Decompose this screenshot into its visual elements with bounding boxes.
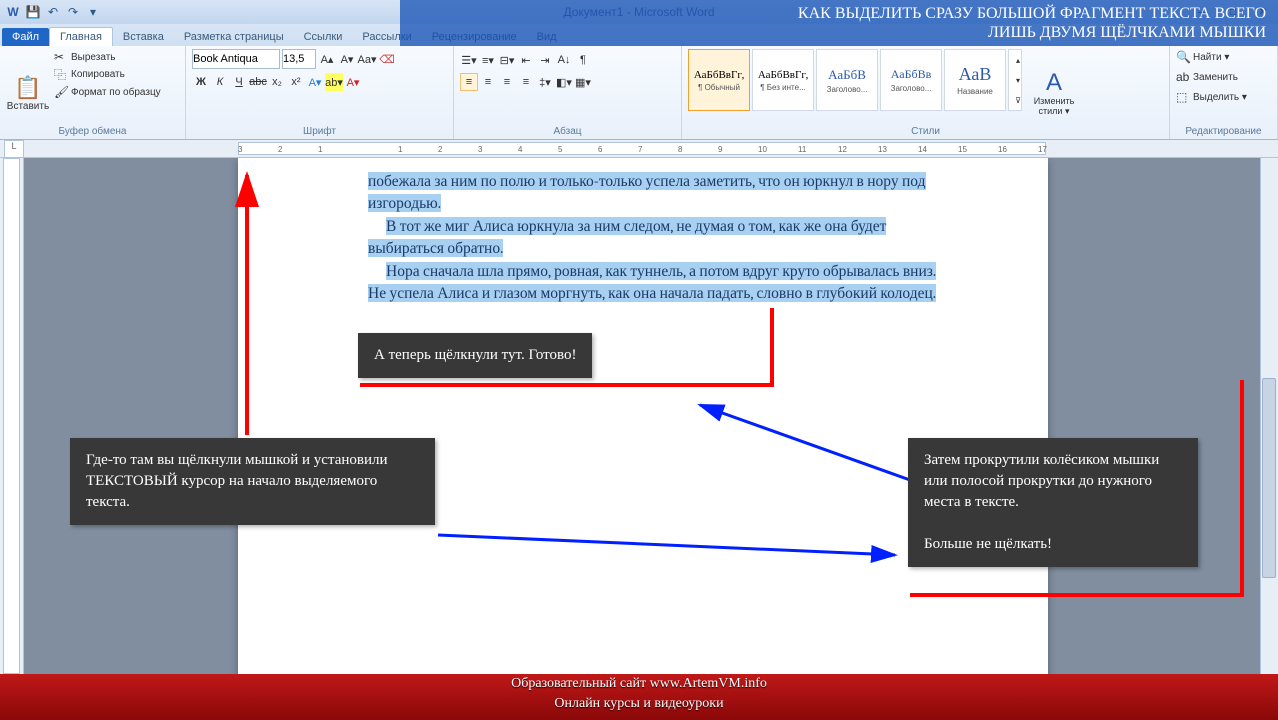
style-heading1[interactable]: АаБбВЗаголово... (816, 49, 878, 111)
word-icon[interactable]: W (4, 3, 22, 21)
group-font: A▴ A▾ Aa▾ ⌫ Ж К Ч abc x₂ x² A▾ ab▾ A▾ Шр… (186, 46, 454, 139)
styles-scroll-up[interactable]: ▴ (1009, 50, 1027, 70)
footer-line2: Онлайн курсы и видеоуроки (0, 694, 1278, 714)
bullets-button[interactable]: ☰▾ (460, 51, 478, 69)
scroll-thumb[interactable] (1262, 378, 1276, 578)
paste-icon: 📋 (14, 75, 41, 101)
group-editing: 🔍Найти ▾ abЗаменить ⬚Выделить ▾ Редактир… (1170, 46, 1278, 139)
annotation-scroll: Затем прокрутили колёсиком мышки или пол… (908, 438, 1198, 567)
group-label-font: Шрифт (186, 126, 453, 137)
shading-button[interactable]: ◧▾ (555, 73, 573, 91)
justify-button[interactable]: ≡ (517, 73, 535, 91)
group-label-clipboard: Буфер обмена (0, 126, 185, 137)
italic-button[interactable]: К (211, 73, 229, 91)
subscript-button[interactable]: x₂ (268, 73, 286, 91)
save-icon[interactable]: 💾 (24, 3, 42, 21)
cut-button[interactable]: ✂Вырезать (54, 49, 161, 65)
show-marks-button[interactable]: ¶ (574, 51, 592, 69)
styles-gallery: АаБбВвГг,¶ Обычный АаБбВвГг,¶ Без инте..… (688, 49, 1022, 111)
footer-banner: Образовательный сайт www.ArtemVM.info Он… (0, 674, 1278, 720)
tutorial-title-overlay: КАК ВЫДЕЛИТЬ СРАЗУ БОЛЬШОЙ ФРАГМЕНТ ТЕКС… (400, 0, 1278, 46)
highlight-button[interactable]: ab▾ (325, 73, 343, 91)
decrease-indent-button[interactable]: ⇤ (517, 51, 535, 69)
overlay-line2: ЛИШЬ ДВУМЯ ЩЁЛЧКАМИ МЫШКИ (412, 23, 1266, 42)
superscript-button[interactable]: x² (287, 73, 305, 91)
align-left-button[interactable]: ≡ (460, 73, 478, 91)
qat-dropdown-icon[interactable]: ▾ (84, 3, 102, 21)
workspace: побежала за ним по полю и только-только … (0, 158, 1278, 674)
format-painter-button[interactable]: 🖌Формат по образцу (54, 84, 161, 100)
horizontal-ruler[interactable]: L 3211234567891011121314151617 (0, 140, 1278, 158)
quick-access-toolbar: W 💾 ↶ ↷ ▾ (4, 3, 102, 21)
tab-layout[interactable]: Разметка страницы (174, 28, 294, 46)
align-right-button[interactable]: ≡ (498, 73, 516, 91)
brush-icon: 🖌 (54, 85, 68, 99)
replace-icon: ab (1176, 70, 1190, 84)
annotation-cursor-start: Где-то там вы щёлкнули мышкой и установи… (70, 438, 435, 525)
style-heading2[interactable]: АаБбВвЗаголово... (880, 49, 942, 111)
font-size-select[interactable] (282, 49, 316, 69)
ruler-ticks: 3211234567891011121314151617 (238, 143, 1046, 154)
numbering-button[interactable]: ≡▾ (479, 51, 497, 69)
vertical-scrollbar[interactable] (1260, 158, 1278, 674)
paragraph-1[interactable]: побежала за ним по полю и только-только … (368, 170, 948, 215)
copy-icon: ⿻ (54, 66, 68, 83)
line-spacing-button[interactable]: ‡▾ (536, 73, 554, 91)
replace-button[interactable]: abЗаменить (1176, 69, 1271, 85)
group-label-editing: Редактирование (1170, 126, 1277, 137)
change-styles-icon: A (1046, 69, 1062, 97)
change-case-button[interactable]: Aa▾ (358, 50, 376, 68)
borders-button[interactable]: ▦▾ (574, 73, 592, 91)
undo-icon[interactable]: ↶ (44, 3, 62, 21)
document-page[interactable]: побежала за ним по полю и только-только … (238, 158, 1048, 674)
group-label-paragraph: Абзац (454, 126, 681, 137)
increase-indent-button[interactable]: ⇥ (536, 51, 554, 69)
tab-selector[interactable]: L (4, 140, 24, 158)
group-label-styles: Стили (682, 126, 1169, 137)
style-title[interactable]: АаВНазвание (944, 49, 1006, 111)
tab-references[interactable]: Ссылки (294, 28, 353, 46)
vertical-ruler[interactable] (0, 158, 24, 674)
font-color-button[interactable]: A▾ (344, 73, 362, 91)
find-icon: 🔍 (1176, 50, 1190, 64)
tab-insert[interactable]: Вставка (113, 28, 174, 46)
annotation-click-end: А теперь щёлкнули тут. Готово! (358, 333, 592, 378)
style-normal[interactable]: АаБбВвГг,¶ Обычный (688, 49, 750, 111)
align-center-button[interactable]: ≡ (479, 73, 497, 91)
tab-home[interactable]: Главная (49, 27, 113, 46)
paragraph-2[interactable]: В тот же миг Алиса юркнула за ним следом… (368, 215, 948, 260)
select-button[interactable]: ⬚Выделить ▾ (1176, 89, 1271, 105)
styles-expand[interactable]: ⊽ (1009, 90, 1027, 110)
footer-line1: Образовательный сайт www.ArtemVM.info (0, 674, 1278, 694)
underline-button[interactable]: Ч (230, 73, 248, 91)
bold-button[interactable]: Ж (192, 73, 210, 91)
paragraph-3[interactable]: Нора сначала шла прямо, ровная, как тунн… (368, 260, 948, 305)
redo-icon[interactable]: ↷ (64, 3, 82, 21)
group-styles: АаБбВвГг,¶ Обычный АаБбВвГг,¶ Без инте..… (682, 46, 1170, 139)
select-icon: ⬚ (1176, 90, 1190, 104)
tab-file[interactable]: Файл (2, 28, 49, 46)
group-clipboard: 📋 Вставить ✂Вырезать ⿻Копировать 🖌Формат… (0, 46, 186, 139)
font-name-select[interactable] (192, 49, 280, 69)
group-paragraph: ☰▾ ≡▾ ⊟▾ ⇤ ⇥ A↓ ¶ ≡ ≡ ≡ ≡ ‡▾ ◧▾ ▦▾ Абзац (454, 46, 682, 139)
style-no-spacing[interactable]: АаБбВвГг,¶ Без инте... (752, 49, 814, 111)
copy-button[interactable]: ⿻Копировать (54, 65, 161, 84)
shrink-font-button[interactable]: A▾ (338, 50, 356, 68)
sort-button[interactable]: A↓ (555, 51, 573, 69)
overlay-line1: КАК ВЫДЕЛИТЬ СРАЗУ БОЛЬШОЙ ФРАГМЕНТ ТЕКС… (412, 4, 1266, 23)
grow-font-button[interactable]: A▴ (318, 50, 336, 68)
document-area[interactable]: побежала за ним по полю и только-только … (24, 158, 1278, 674)
clear-format-button[interactable]: ⌫ (378, 50, 396, 68)
styles-scroll-down[interactable]: ▾ (1009, 70, 1027, 90)
paste-button[interactable]: 📋 Вставить (6, 49, 50, 137)
change-styles-button[interactable]: A Изменить стили ▾ (1026, 49, 1082, 137)
multilevel-button[interactable]: ⊟▾ (498, 51, 516, 69)
text-effects-button[interactable]: A▾ (306, 73, 324, 91)
find-button[interactable]: 🔍Найти ▾ (1176, 49, 1271, 65)
scissors-icon: ✂ (54, 50, 68, 64)
ribbon: 📋 Вставить ✂Вырезать ⿻Копировать 🖌Формат… (0, 46, 1278, 140)
strike-button[interactable]: abc (249, 73, 267, 91)
